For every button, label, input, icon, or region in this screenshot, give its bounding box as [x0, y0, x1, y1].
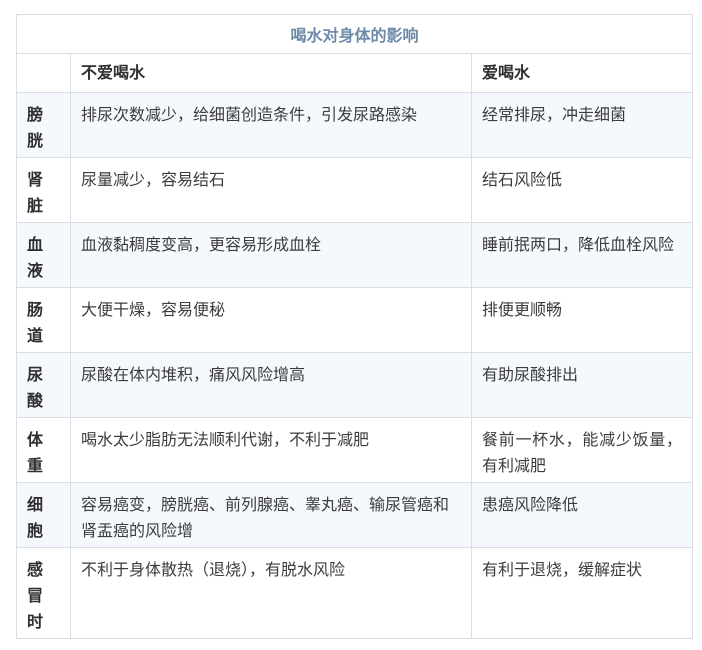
table-row: 体重 喝水太少脂肪无法顺利代谢，不利于减肥 餐前一杯水，能减少饭量，有利减肥: [16, 417, 694, 483]
drink-text: 结石风险低: [482, 170, 563, 189]
not-drink-cell: 尿酸在体内堆积，痛风风险增高: [70, 352, 472, 418]
row-label-cell: 尿酸: [16, 352, 71, 418]
row-label: 血液: [27, 235, 44, 280]
not-drink-cell: 大便干燥，容易便秘: [70, 287, 472, 353]
drink-cell: 经常排尿，冲走细菌: [470, 92, 694, 158]
not-drink-text: 血液黏稠度变高，更容易形成血栓: [81, 235, 322, 254]
not-drink-text: 喝水太少脂肪无法顺利代谢，不利于减肥: [81, 430, 370, 449]
row-label-cell: 体重: [16, 417, 71, 483]
table-title: 喝水对身体的影响: [15, 14, 694, 54]
header-drink-label: 爱喝水: [482, 63, 531, 82]
drink-text: 有助尿酸排出: [482, 365, 579, 384]
table-title-row: 喝水对身体的影响: [15, 14, 694, 54]
not-drink-cell: 排尿次数减少，给细菌创造条件，引发尿路感染: [70, 92, 472, 158]
not-drink-cell: 喝水太少脂肪无法顺利代谢，不利于减肥: [70, 417, 472, 483]
row-label: 膀胱: [27, 105, 44, 150]
not-drink-text: 尿量减少，容易结石: [81, 170, 226, 189]
row-label-cell: 细胞: [16, 482, 71, 548]
row-label: 尿酸: [27, 365, 44, 410]
drink-cell: 排便更顺畅: [470, 287, 694, 353]
drink-text: 睡前抿两口，降低血栓风险: [482, 235, 675, 254]
drink-text: 有利于退烧，缓解症状: [482, 560, 643, 579]
table-row: 膀胱 排尿次数减少，给细菌创造条件，引发尿路感染 经常排尿，冲走细菌: [16, 92, 694, 158]
not-drink-cell: 容易癌变，膀胱癌、前列腺癌、睾丸癌、输尿管癌和肾盂癌的风险增: [70, 482, 472, 548]
drink-text: 餐前一杯水，能减少饭量，有利减肥: [482, 430, 683, 475]
not-drink-text: 不利于身体散热（退烧），有脱水风险: [81, 560, 346, 579]
drink-text: 排便更顺畅: [482, 300, 563, 319]
header-empty-cell: [16, 53, 71, 93]
not-drink-text: 排尿次数减少，给细菌创造条件，引发尿路感染: [81, 105, 418, 124]
drink-cell: 有助尿酸排出: [470, 352, 694, 418]
drink-text: 患癌风险降低: [482, 495, 579, 514]
not-drink-text: 大便干燥，容易便秘: [81, 300, 226, 319]
table-header-row: 不爱喝水 爱喝水: [16, 53, 694, 93]
row-label: 感冒时: [27, 560, 44, 631]
not-drink-cell: 不利于身体散热（退烧），有脱水风险: [70, 547, 472, 639]
not-drink-cell: 血液黏稠度变高，更容易形成血栓: [70, 222, 472, 288]
drink-cell: 餐前一杯水，能减少饭量，有利减肥: [470, 417, 694, 483]
row-label-cell: 膀胱: [16, 92, 71, 158]
row-label-cell: 肠道: [16, 287, 71, 353]
header-not-drink: 不爱喝水: [70, 53, 472, 93]
row-label-cell: 感冒时: [16, 547, 71, 639]
not-drink-text: 尿酸在体内堆积，痛风风险增高: [81, 365, 306, 384]
table-row: 细胞 容易癌变，膀胱癌、前列腺癌、睾丸癌、输尿管癌和肾盂癌的风险增 患癌风险降低: [16, 482, 694, 548]
table-row: 尿酸 尿酸在体内堆积，痛风风险增高 有助尿酸排出: [16, 352, 694, 418]
table-row: 肾脏 尿量减少，容易结石 结石风险低: [16, 157, 694, 223]
comparison-table: 喝水对身体的影响 不爱喝水 爱喝水 膀胱 排尿次数减少，给细菌创造条件，引发尿路…: [15, 14, 694, 639]
not-drink-cell: 尿量减少，容易结石: [70, 157, 472, 223]
table-row: 肠道 大便干燥，容易便秘 排便更顺畅: [16, 287, 694, 353]
drink-text: 经常排尿，冲走细菌: [482, 105, 627, 124]
row-label-cell: 血液: [16, 222, 71, 288]
row-label: 体重: [27, 430, 44, 475]
row-label: 细胞: [27, 495, 44, 540]
comparison-table-container: 喝水对身体的影响 不爱喝水 爱喝水 膀胱 排尿次数减少，给细菌创造条件，引发尿路…: [15, 14, 694, 639]
header-drink: 爱喝水: [470, 53, 694, 93]
drink-cell: 有利于退烧，缓解症状: [470, 547, 694, 639]
header-not-drink-label: 不爱喝水: [81, 63, 146, 82]
row-label-cell: 肾脏: [16, 157, 71, 223]
row-label: 肾脏: [27, 170, 44, 215]
row-label: 肠道: [27, 300, 44, 345]
table-row: 感冒时 不利于身体散热（退烧），有脱水风险 有利于退烧，缓解症状: [16, 547, 694, 639]
drink-cell: 睡前抿两口，降低血栓风险: [470, 222, 694, 288]
drink-cell: 患癌风险降低: [470, 482, 694, 548]
table-row: 血液 血液黏稠度变高，更容易形成血栓 睡前抿两口，降低血栓风险: [16, 222, 694, 288]
not-drink-text: 容易癌变，膀胱癌、前列腺癌、睾丸癌、输尿管癌和肾盂癌的风险增: [81, 495, 450, 540]
drink-cell: 结石风险低: [470, 157, 694, 223]
